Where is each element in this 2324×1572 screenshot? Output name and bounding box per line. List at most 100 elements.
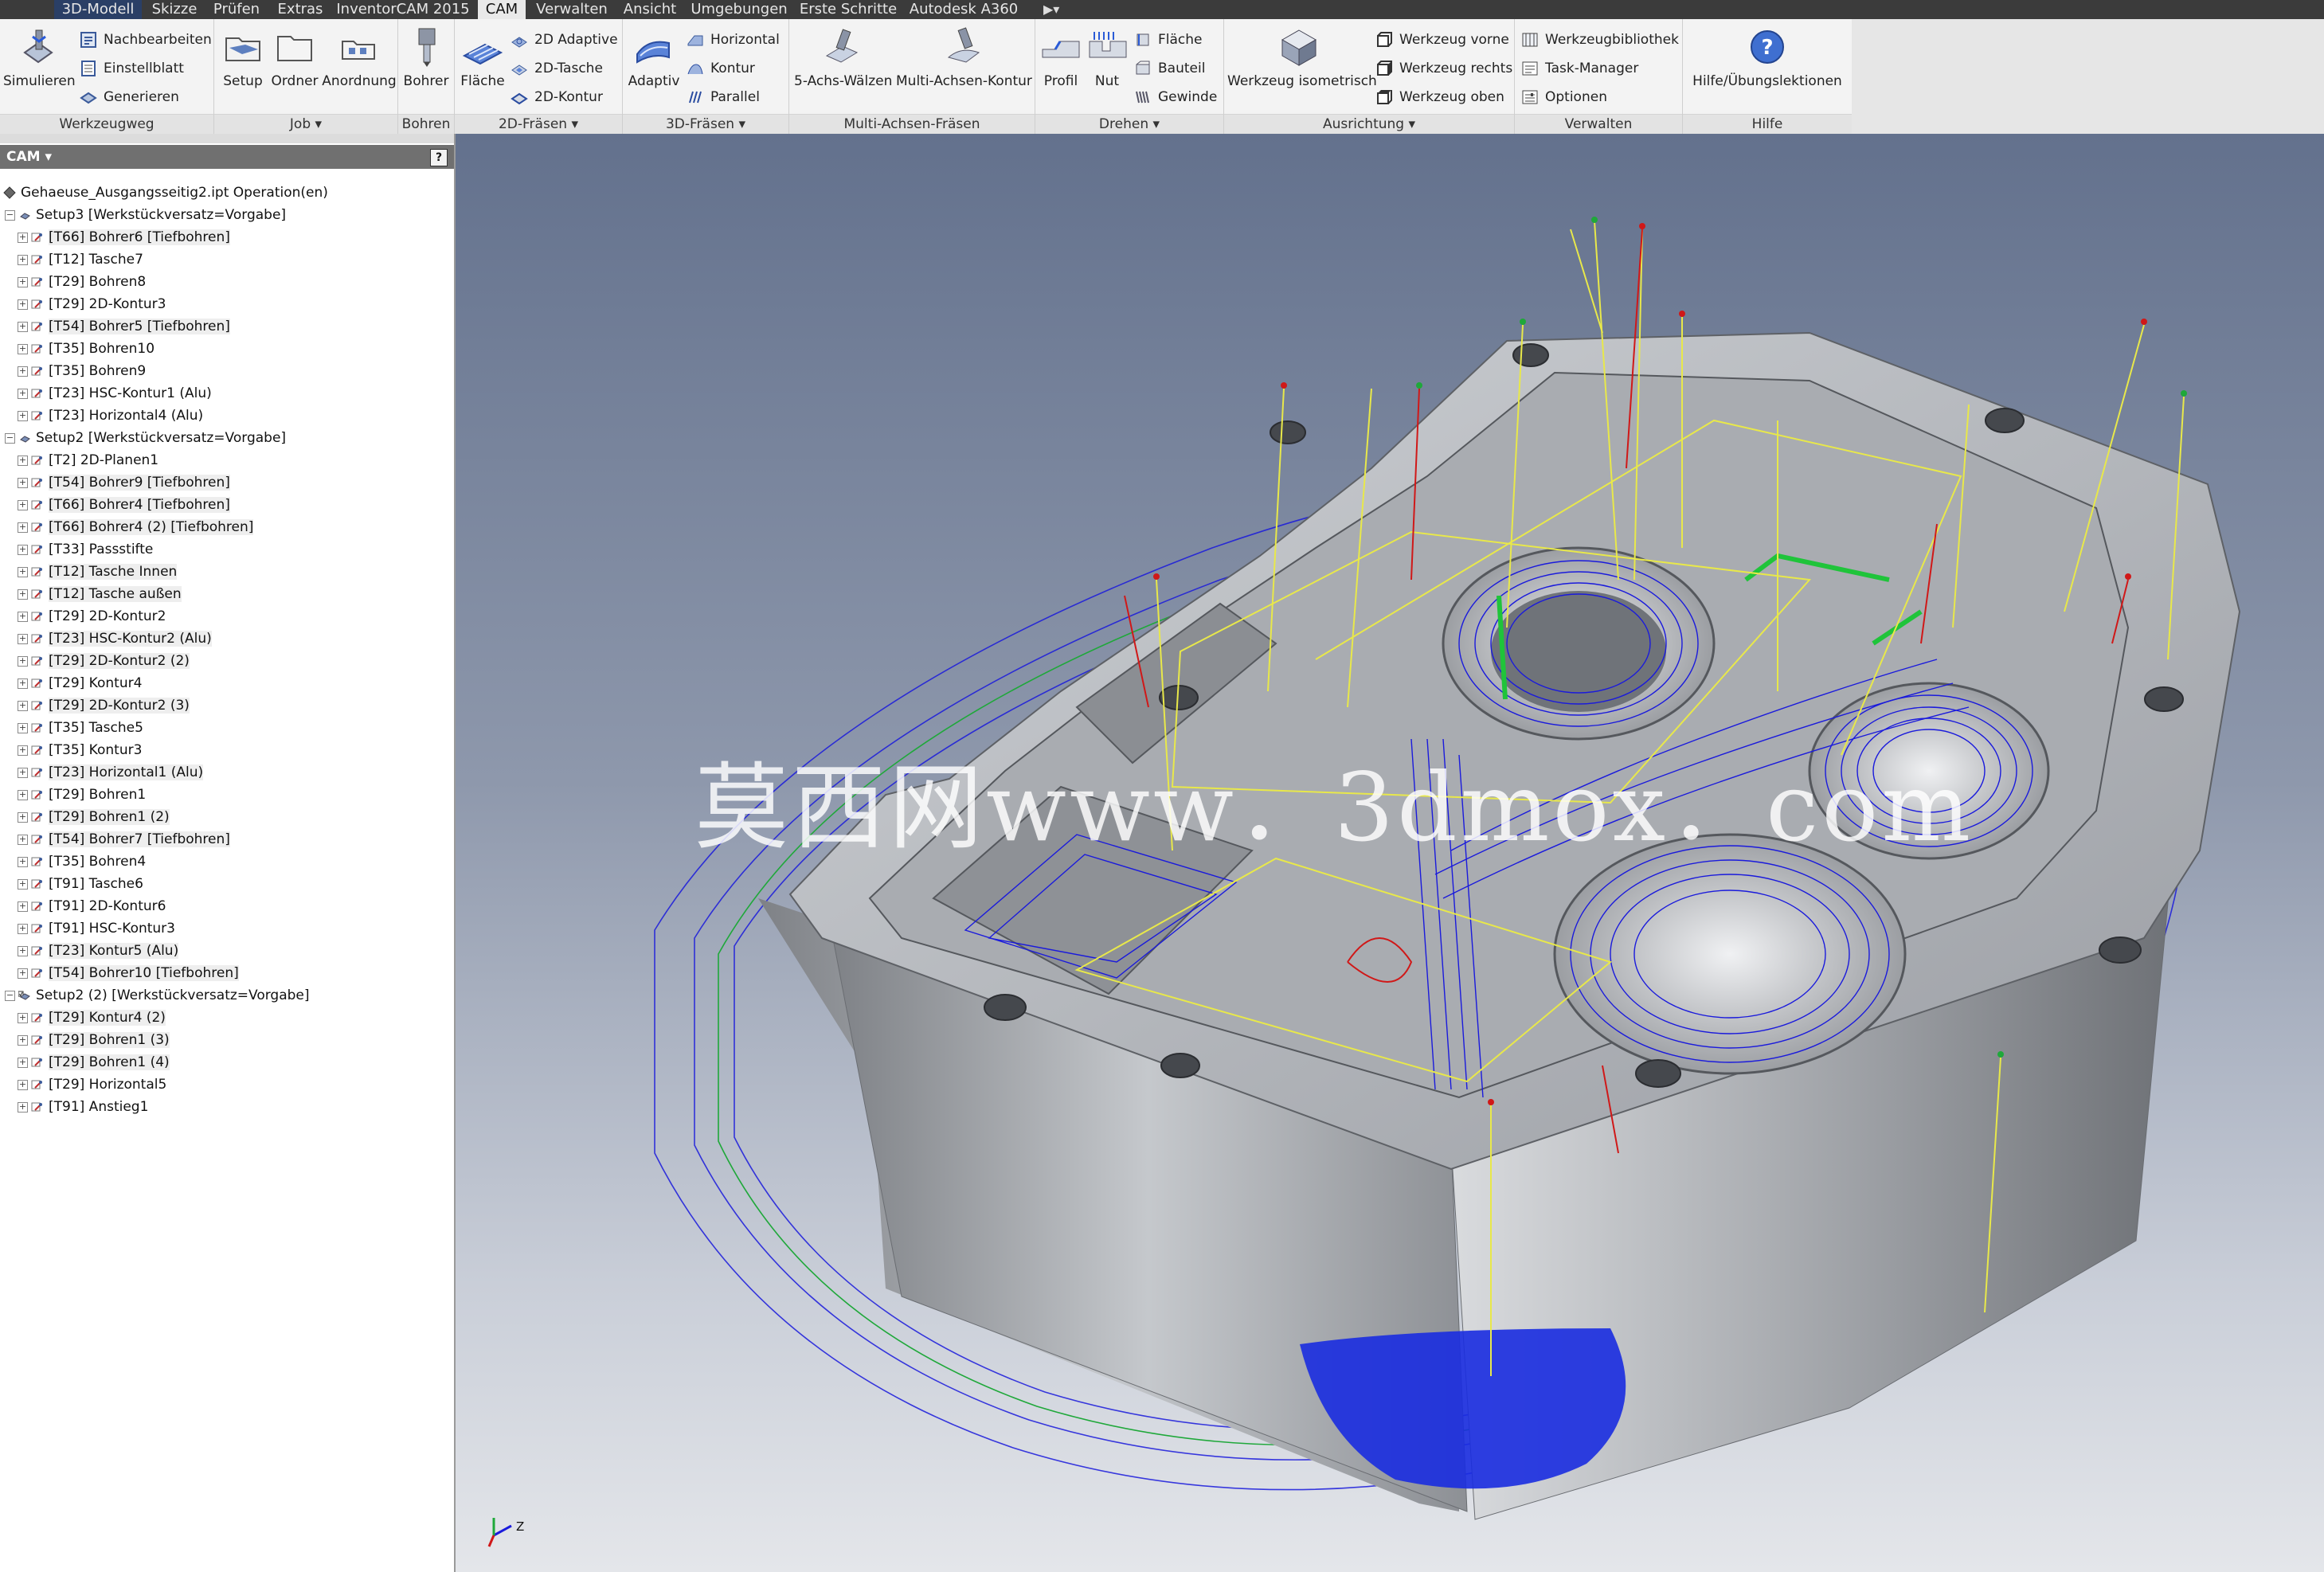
tree-operation-row[interactable]: + [T29] Kontur4 bbox=[18, 672, 142, 694]
tree-operation-row[interactable]: + [T29] 2D-Kontur2 bbox=[18, 605, 166, 628]
tree-operation-row[interactable]: + [T12] Tasche Innen bbox=[18, 561, 178, 583]
expand-icon[interactable]: + bbox=[18, 611, 28, 622]
hilfe-uebungslektionen-button[interactable]: ? Hilfe/Übungslektionen bbox=[1689, 25, 1845, 89]
expand-icon[interactable]: + bbox=[18, 477, 28, 488]
tree-operation-row[interactable]: + [T29] Bohren8 bbox=[18, 271, 146, 293]
expand-icon[interactable]: + bbox=[18, 968, 28, 979]
tree-setup-row[interactable]: − Setup2 (2) [Werkstückversatz=Vorgabe] bbox=[5, 984, 310, 1007]
tree-operation-row[interactable]: + [T29] Horizontal5 bbox=[18, 1073, 166, 1096]
tree-operation-row[interactable]: + [T91] HSC-Kontur3 bbox=[18, 917, 175, 940]
tree-operation-row[interactable]: + [T29] 2D-Kontur2 (3) bbox=[18, 694, 190, 717]
tree-operation-row[interactable]: + [T29] Bohren1 bbox=[18, 784, 146, 806]
expand-icon[interactable]: + bbox=[18, 499, 28, 510]
tree-operation-row[interactable]: + [T35] Bohren10 bbox=[18, 338, 155, 360]
tree-operation-row[interactable]: + [T35] Tasche5 bbox=[18, 717, 143, 739]
tree-operation-row[interactable]: + [T23] HSC-Kontur1 (Alu) bbox=[18, 382, 212, 405]
expand-icon[interactable]: + bbox=[18, 544, 28, 555]
expand-icon[interactable]: + bbox=[18, 455, 28, 466]
collapse-icon[interactable]: − bbox=[5, 209, 15, 221]
expand-icon[interactable]: + bbox=[18, 254, 28, 265]
tree-operation-row[interactable]: + [T66] Bohrer4 (2) [Tiefbohren] bbox=[18, 516, 254, 538]
expand-icon[interactable]: + bbox=[18, 232, 28, 243]
tree-operation-row[interactable]: + [T23] Horizontal1 (Alu) bbox=[18, 761, 204, 784]
expand-icon[interactable]: + bbox=[18, 878, 28, 890]
tree-operation-row[interactable]: + [T91] 2D-Kontur6 bbox=[18, 895, 166, 917]
kontur-3d-button[interactable]: Kontur bbox=[687, 56, 755, 81]
browser-help-icon[interactable]: ? bbox=[430, 149, 448, 166]
tree-operation-row[interactable]: + [T33] Passstifte bbox=[18, 538, 153, 561]
simulieren-button[interactable]: Simulieren bbox=[3, 25, 76, 89]
collapse-icon[interactable]: − bbox=[5, 990, 15, 1001]
panel-title-ausrichtung[interactable]: Ausrichtung ▾ bbox=[1224, 114, 1514, 134]
werkzeug-vorne-button[interactable]: Werkzeug vorne bbox=[1375, 27, 1509, 53]
expand-icon[interactable]: + bbox=[18, 366, 28, 377]
parallel-button[interactable]: Parallel bbox=[687, 84, 760, 110]
nachbearbeiten-button[interactable]: Nachbearbeiten bbox=[80, 27, 212, 53]
tree-operation-row[interactable]: + [T54] Bohrer7 [Tiefbohren] bbox=[18, 828, 230, 851]
expand-icon[interactable]: + bbox=[18, 566, 28, 577]
expand-icon[interactable]: + bbox=[18, 1034, 28, 1046]
optionen-button[interactable]: Optionen bbox=[1521, 84, 1607, 110]
multi-achsen-kontur-button[interactable]: Multi-Achsen-Kontur bbox=[896, 25, 1032, 89]
panel-title-drehen[interactable]: Drehen ▾ bbox=[1035, 114, 1223, 134]
werkzeugbibliothek-button[interactable]: Werkzeugbibliothek bbox=[1521, 27, 1679, 53]
expand-icon[interactable]: + bbox=[18, 945, 28, 956]
2d-adaptive-button[interactable]: 2D Adaptive bbox=[511, 27, 618, 53]
tree-operation-row[interactable]: + [T23] Horizontal4 (Alu) bbox=[18, 405, 203, 427]
expand-icon[interactable]: + bbox=[18, 856, 28, 867]
werkzeug-oben-button[interactable]: Werkzeug oben bbox=[1375, 84, 1504, 110]
2d-tasche-button[interactable]: 2D-Tasche bbox=[511, 56, 603, 81]
tree-operation-row[interactable]: + [T29] Bohren1 (2) bbox=[18, 806, 170, 828]
tab-verwalten[interactable]: Verwalten bbox=[532, 0, 612, 19]
5-achs-waelzen-button[interactable]: 5-Achs-Wälzen bbox=[794, 25, 892, 89]
expand-icon[interactable]: + bbox=[18, 834, 28, 845]
bauteil-button[interactable]: Bauteil bbox=[1134, 56, 1205, 81]
tab-erste-schritte[interactable]: Erste Schritte bbox=[796, 0, 900, 19]
expand-icon[interactable]: + bbox=[18, 655, 28, 667]
profil-button[interactable]: Profil bbox=[1039, 25, 1083, 89]
tree-setup-row[interactable]: − Setup3 [Werkstückversatz=Vorgabe] bbox=[5, 204, 286, 226]
werkzeug-rechts-button[interactable]: Werkzeug rechts bbox=[1375, 56, 1512, 81]
graphics-viewport[interactable]: Z 莫西网www．3dmox．com bbox=[456, 134, 2324, 1572]
tab-inventorcam[interactable]: InventorCAM 2015 bbox=[335, 0, 471, 19]
tree-operation-row[interactable]: + [T12] Tasche7 bbox=[18, 248, 143, 271]
expand-icon[interactable]: + bbox=[18, 901, 28, 912]
expand-icon[interactable]: + bbox=[18, 1057, 28, 1068]
generieren-button[interactable]: Generieren bbox=[80, 84, 179, 110]
flaeche-drehen-button[interactable]: Fläche bbox=[1134, 27, 1203, 53]
panel-title-3d-fraesen[interactable]: 3D-Fräsen ▾ bbox=[623, 114, 788, 134]
2d-kontur-button[interactable]: 2D-Kontur bbox=[511, 84, 603, 110]
expand-icon[interactable]: + bbox=[18, 589, 28, 600]
tree-operation-row[interactable]: + [T29] 2D-Kontur2 (2) bbox=[18, 650, 190, 672]
expand-icon[interactable]: + bbox=[18, 321, 28, 332]
tree-operation-row[interactable]: + [T23] HSC-Kontur2 (Alu) bbox=[18, 628, 212, 650]
setup-button[interactable]: Setup bbox=[219, 25, 267, 89]
tree-operation-row[interactable]: + [T29] 2D-Kontur3 bbox=[18, 293, 166, 315]
tree-operation-row[interactable]: + [T54] Bohrer5 [Tiefbohren] bbox=[18, 315, 230, 338]
expand-icon[interactable]: + bbox=[18, 811, 28, 823]
tab-ansicht[interactable]: Ansicht bbox=[618, 0, 682, 19]
expand-icon[interactable]: + bbox=[18, 276, 28, 287]
tab-extras[interactable]: Extras bbox=[272, 0, 328, 19]
tab-3d-modell[interactable]: 3D-Modell bbox=[54, 0, 142, 19]
tree-operation-row[interactable]: + [T66] Bohrer4 [Tiefbohren] bbox=[18, 494, 230, 516]
tab-autodesk-a360[interactable]: Autodesk A360 bbox=[908, 0, 1019, 19]
expand-icon[interactable]: + bbox=[18, 410, 28, 421]
tree-operation-row[interactable]: + [T66] Bohrer6 [Tiefbohren] bbox=[18, 226, 230, 248]
flaeche-2d-button[interactable]: Fläche bbox=[458, 25, 507, 89]
panel-title-2d-fraesen[interactable]: 2D-Fräsen ▾ bbox=[455, 114, 622, 134]
expand-icon[interactable]: + bbox=[18, 388, 28, 399]
tree-operation-row[interactable]: + [T35] Bohren9 bbox=[18, 360, 146, 382]
expand-icon[interactable]: + bbox=[18, 789, 28, 800]
expand-icon[interactable]: + bbox=[18, 522, 28, 533]
expand-icon[interactable]: + bbox=[18, 299, 28, 310]
expand-icon[interactable]: + bbox=[18, 343, 28, 354]
gewinde-button[interactable]: Gewinde bbox=[1134, 84, 1217, 110]
tree-operation-row[interactable]: + [T91] Tasche6 bbox=[18, 873, 143, 895]
task-manager-button[interactable]: Task-Manager bbox=[1521, 56, 1638, 81]
expand-icon[interactable]: + bbox=[18, 678, 28, 689]
ordner-button[interactable]: Ordner bbox=[268, 25, 321, 89]
expand-icon[interactable]: + bbox=[18, 923, 28, 934]
tree-operation-row[interactable]: + [T29] Bohren1 (3) bbox=[18, 1029, 170, 1051]
tab-skizze[interactable]: Skizze bbox=[148, 0, 201, 19]
